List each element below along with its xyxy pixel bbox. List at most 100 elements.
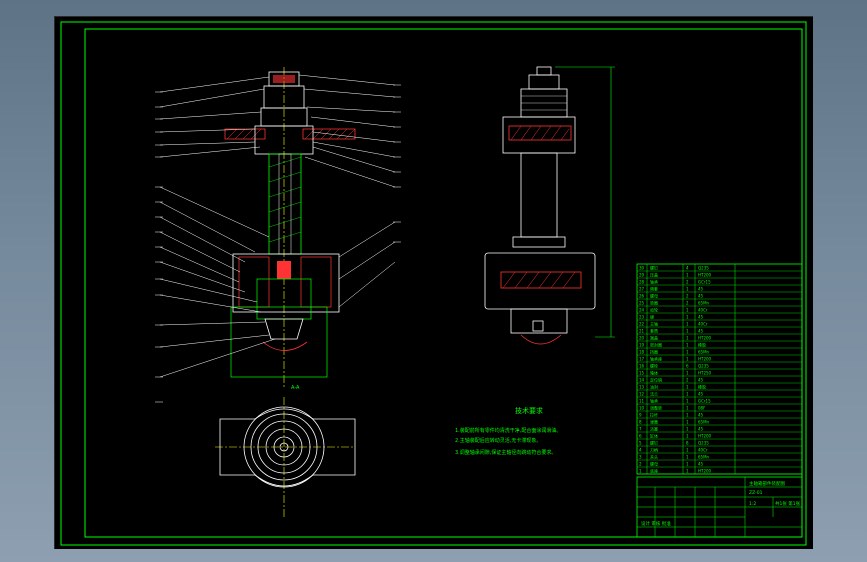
parts-table-cell: 7 — [639, 426, 642, 431]
parts-table-cell: 1 — [686, 356, 689, 361]
parts-table-cell: 45 — [698, 328, 704, 333]
parts-table-cell: 轴承 — [650, 397, 658, 403]
parts-table-cell: 65Mn — [698, 454, 710, 459]
parts-table-cell: Q235 — [698, 265, 709, 270]
notes-title: 技术要求 — [515, 406, 543, 415]
inner-frame — [84, 28, 803, 538]
parts-table-cell: 17 — [639, 356, 645, 361]
title-block-signature: 设计 审核 批准 — [641, 520, 671, 527]
parts-table-cell: 45 — [698, 461, 704, 466]
cad-drawing-viewport[interactable]: A-A 技术要求 1.装配前所有零件均清洗干净,配合面涂润滑油。 2.主轴装配后… — [54, 16, 813, 549]
parts-table-cell: 1 — [686, 426, 689, 431]
exterior-view — [484, 66, 615, 345]
parts-table-cell: 法兰 — [650, 390, 658, 396]
parts-table-cell: 箱体 — [650, 369, 658, 375]
technical-notes: 技术要求 1.装配前所有零件均清洗干净,配合面涂润滑油。 2.主轴装配后应转动灵… — [455, 406, 561, 456]
parts-table-cell: 主轴 — [650, 320, 658, 326]
parts-table-cell: 1 — [686, 370, 689, 375]
parts-table-cell: HT200 — [698, 272, 712, 277]
parts-table-cell: 5 — [639, 440, 642, 445]
parts-table-cell: 2 — [686, 300, 689, 305]
parts-table-cell: 橡胶 — [698, 341, 706, 347]
parts-table-cell: 齿轮 — [650, 306, 658, 312]
parts-table-cell: 45 — [698, 377, 704, 382]
title-block-drawing-no: ZZ-01 — [749, 490, 763, 496]
parts-table-cell: 23 — [639, 314, 645, 319]
parts-table-cell: 4 — [639, 447, 642, 452]
parts-table-cell: 1 — [686, 412, 689, 417]
parts-table-cell: 24 — [639, 307, 645, 312]
parts-table-cell: 20 — [639, 335, 645, 340]
parts-table-cell: 27 — [639, 286, 645, 291]
parts-table-cell: 21 — [639, 328, 645, 333]
parts-table-cell: 1 — [686, 307, 689, 312]
parts-list-table: 30 螺钉 4 Q23529 压盖 1 HT20028 轴承 2 GCr1527 隔套 1 4526 螺母… — [636, 263, 803, 475]
parts-table-cell: 刀柄 — [650, 446, 658, 452]
parts-table-cell: 45 — [698, 286, 704, 291]
parts-table-cell: 1 — [686, 454, 689, 459]
parts-table-cell: 螺母 — [650, 292, 658, 298]
parts-table-cell: 1 — [686, 398, 689, 403]
parts-table-cell: 6 — [686, 363, 689, 368]
parts-table-cell: 13 — [639, 384, 645, 389]
parts-table-cell: 螺母 — [650, 460, 658, 466]
parts-table-cell: 密封圈 — [650, 341, 662, 347]
parts-table-cell: 隔套 — [650, 285, 658, 291]
outer-frame — [60, 21, 807, 546]
parts-table-cell: 40Cr — [698, 307, 708, 312]
parts-table-cell: 8 — [686, 440, 689, 445]
note-line-3: 3.调整轴承间隙,保证主轴径向跳动符合要求。 — [455, 449, 556, 456]
parts-table-cell: 轴承座 — [650, 355, 662, 361]
title-block: 主轴箱部件装配图 ZZ-01 1:2 共1张 第1张 设计 审核 批准 — [636, 476, 803, 538]
parts-table-cell: 1 — [686, 349, 689, 354]
parts-table-cell: 4 — [686, 265, 689, 270]
parts-table-cell: HT200 — [698, 433, 712, 438]
parts-table-cell: 调整垫 — [650, 404, 662, 410]
parts-table-cell: 28 — [639, 279, 645, 284]
parts-table-cell: 拉杆 — [650, 411, 658, 417]
parts-table-cell: 2 — [686, 279, 689, 284]
parts-table-cell: 45 — [698, 412, 704, 417]
parts-table-cell: 22 — [639, 321, 645, 326]
parts-table-cell: 弹簧 — [650, 418, 658, 424]
parts-table-cell: 65Mn — [698, 419, 710, 424]
parts-table-cell: 螺钉 — [650, 264, 658, 270]
parts-table-cell: 29 — [639, 272, 645, 277]
assembly-drawing: A-A 技术要求 1.装配前所有零件均清洗干净,配合面涂润滑油。 2.主轴装配后… — [60, 21, 807, 546]
parts-table-cell: 10 — [639, 405, 645, 410]
parts-table-cell: 6 — [639, 433, 642, 438]
parts-table-cell: HT200 — [698, 468, 712, 473]
parts-table-cell: 垫圈 — [650, 299, 658, 305]
parts-table-cell: 1 — [686, 286, 689, 291]
parts-table-cell: 1 — [686, 314, 689, 319]
parts-table-cell: 19 — [639, 342, 645, 347]
parts-table-cell: 45 — [698, 426, 704, 431]
parts-table-cell: 2 — [686, 293, 689, 298]
parts-table-cell: 15 — [639, 370, 645, 375]
parts-table-cell: 11 — [639, 398, 645, 403]
parts-table-cell: GCr15 — [698, 398, 711, 403]
note-line-1: 1.装配前所有零件均清洗干净,配合面涂润滑油。 — [455, 427, 561, 434]
parts-table-cell: 1 — [686, 328, 689, 333]
parts-table-cell: 橡胶 — [698, 383, 706, 389]
parts-table-cell: 18 — [639, 349, 645, 354]
parts-table-cell: 夹头 — [650, 453, 658, 459]
parts-table-cell: 08F — [698, 405, 706, 410]
section-view — [155, 67, 401, 403]
parts-table-cell: 1 — [686, 391, 689, 396]
parts-table-cell: 1 — [686, 384, 689, 389]
parts-table-cell: Q235 — [698, 363, 709, 368]
parts-table-cell: 压盖 — [650, 271, 658, 277]
parts-table-cell: 9 — [639, 412, 642, 417]
parts-table-cell: 45 — [698, 293, 704, 298]
parts-table-cell: 2 — [686, 377, 689, 382]
parts-table-cell: 65Mn — [698, 300, 710, 305]
parts-table-cell: 30 — [639, 265, 645, 270]
parts-table-cell: 1 — [686, 342, 689, 347]
parts-table-cell: 3 — [639, 454, 642, 459]
parts-table-cell: 26 — [639, 293, 645, 298]
parts-table-cell: 螺钉 — [650, 439, 658, 445]
parts-table-cell: 14 — [639, 377, 645, 382]
parts-table-cell: 端盖 — [650, 334, 658, 340]
parts-table-cell: 套筒 — [650, 327, 658, 333]
